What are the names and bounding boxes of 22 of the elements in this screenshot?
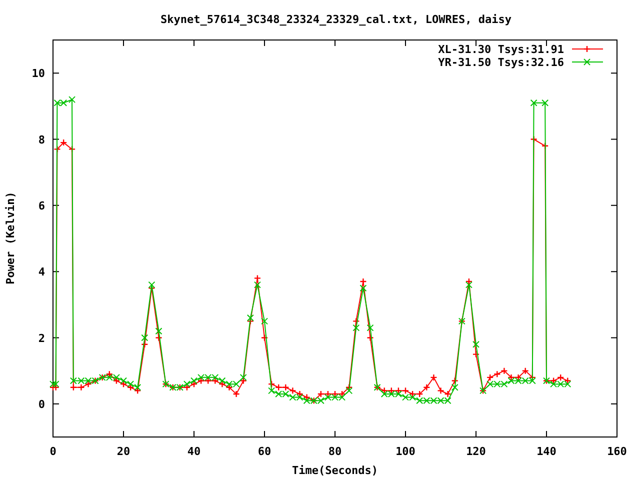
legend-label: XL-31.30 Tsys:31.91: [438, 43, 564, 56]
x-tick-label: 160: [607, 445, 627, 458]
x-tick-label: 40: [187, 445, 201, 458]
legend-label: YR-31.50 Tsys:32.16: [438, 56, 564, 69]
y-tick-label: 6: [38, 199, 45, 212]
y-tick-label: 10: [32, 67, 45, 80]
y-tick-label: 0: [38, 398, 45, 411]
y-tick-label: 8: [38, 133, 45, 146]
x-tick-label: 0: [50, 445, 56, 458]
x-tick-label: 120: [466, 445, 486, 458]
x-axis-label: Time(Seconds): [292, 464, 378, 477]
x-tick-label: 20: [116, 445, 130, 458]
y-axis-label: Power (Kelvin): [4, 192, 17, 284]
y-tick-label: 2: [38, 332, 45, 345]
x-tick-label: 100: [396, 445, 416, 458]
legend-line: [572, 58, 604, 66]
x-tick-label: 60: [258, 445, 272, 458]
y-tick-label: 4: [38, 266, 45, 279]
legend-line: [572, 45, 604, 53]
x-tick-label: 80: [328, 445, 342, 458]
x-tick-label: 140: [536, 445, 556, 458]
chart-title: Skynet_57614_3C348_23324_23329_cal.txt, LOWRES, daisy: [160, 13, 512, 26]
